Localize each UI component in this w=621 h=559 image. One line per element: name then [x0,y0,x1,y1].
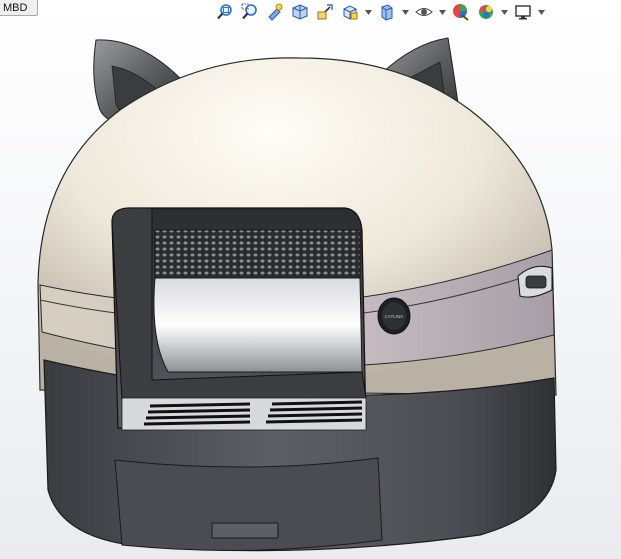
model-viewport[interactable]: CATLINK [0,0,621,559]
brand-badge-text: CATLINK [385,314,404,319]
floor-grate [121,397,367,431]
vent-grille [154,229,361,279]
brand-badge: CATLINK [377,297,411,335]
drawer-handle [211,522,279,539]
inner-drum [153,277,363,373]
